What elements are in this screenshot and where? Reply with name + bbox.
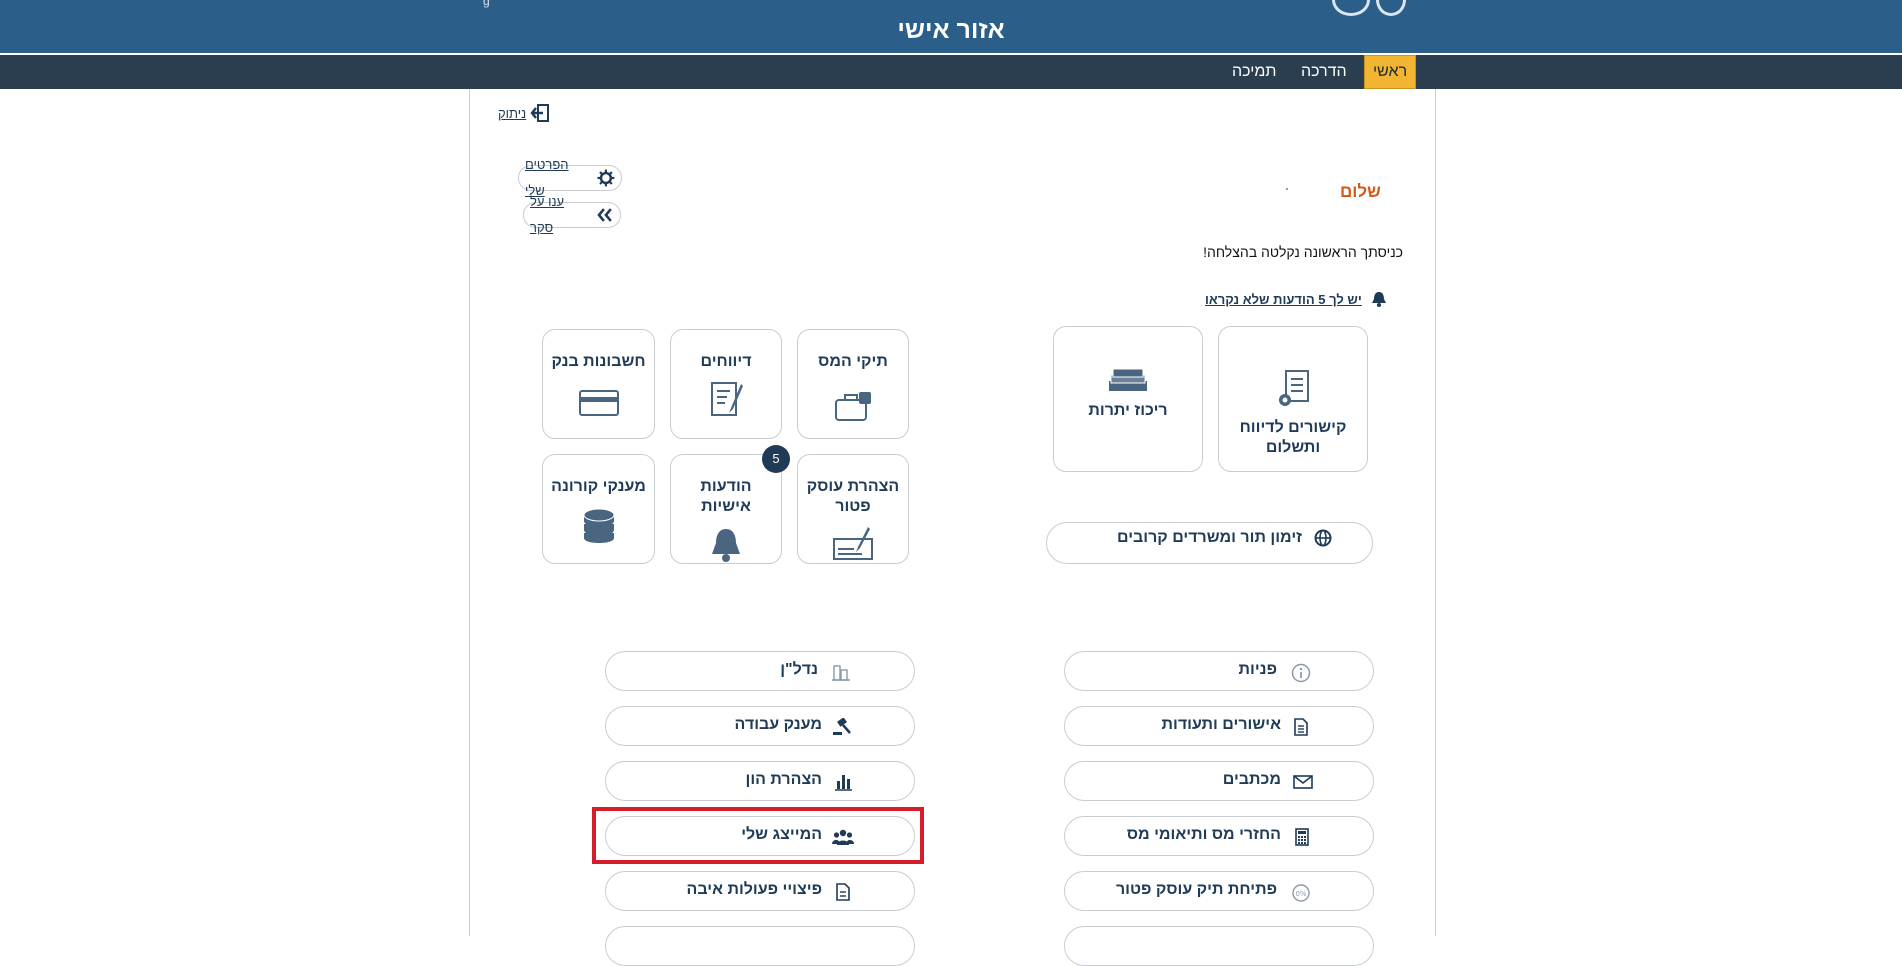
people-group-icon [832,829,854,845]
real-estate-label: נדל"ן [780,661,818,678]
money-stack-icon [1109,368,1147,391]
svg-text:0%: 0% [1295,890,1306,898]
capital-declaration-label: הצהרת הון [745,771,822,788]
coins-icon [583,508,614,543]
tile-exempt-declaration-label: הצהרת עוסק פטור [806,478,900,515]
tile-corona-grants[interactable]: מענקי קורונה [542,454,655,564]
tile-bank-accounts-label: חשבונות בנק [551,353,646,370]
certificates-label: אישורים ותעודות [1161,716,1281,733]
nav-support[interactable]: תמיכה [1232,55,1276,89]
messages-count-badge: 5 [762,445,790,473]
tile-personal-messages[interactable]: הודעות אישיות [670,454,782,564]
certificates-button[interactable]: אישורים ותעודות [1064,706,1374,746]
logo-emblem-secondary [1376,0,1406,16]
letters-label: מכתבים [1222,771,1281,788]
unread-messages: יש לך 5 הודעות שלא נקראו [1205,290,1403,308]
tile-balances[interactable]: ריכוז יתרות [1053,326,1203,472]
work-grant-button[interactable]: מענק עבודה [605,706,915,746]
tile-tax-files[interactable]: תיקי המס [797,329,909,439]
check-sign-icon [833,527,873,560]
logo-fragment: ɡ [483,0,490,8]
more-right-button[interactable] [1064,926,1374,966]
greeting: שלום [1340,182,1381,201]
survey-label[interactable]: ענו על סקר [530,189,590,241]
tile-corona-grants-label: מענקי קורונה [551,478,646,495]
nav-guidance[interactable]: הדרכה [1301,55,1347,89]
nav-home[interactable]: ראשי [1364,55,1417,89]
unread-link[interactable]: יש לך 5 הודעות שלא נקראו [1205,292,1362,307]
bell-large-icon [712,529,740,562]
real-estate-button[interactable]: נדל"ן [605,651,915,691]
gear-icon [597,169,615,187]
logout-label[interactable]: ניתוק [498,106,526,121]
open-exempt-file-label: פתיחת תיק עוסק פטור [1115,881,1277,898]
logout-icon [530,104,550,122]
double-chevron-icon [597,208,613,222]
hostile-acts-compensation-label: פיצויי פעולות איבה [686,881,822,898]
report-icon [711,382,743,416]
receipt-icon [836,883,850,901]
page-title: אזור אישי [897,16,1005,44]
globe-icon [1314,529,1332,547]
tile-reports-label: דיווחים [700,353,752,370]
tile-reporting-links-label: קישורים לדיווח ותשלום [1239,419,1347,456]
bell-icon [1371,292,1386,307]
briefcase-icon [835,392,871,421]
open-exempt-file-button[interactable]: פתיחת תיק עוסק פטור 0% [1064,871,1374,911]
my-details-button[interactable]: הפרטים שלי [518,157,622,198]
info-icon [1291,663,1311,683]
tile-reporting-links[interactable]: קישורים לדיווח ותשלום [1218,326,1368,472]
calculator-icon [1295,828,1309,846]
header-bar: ɡ אזור אישי [0,0,1902,53]
tile-exempt-declaration[interactable]: הצהרת עוסק פטור [797,454,909,564]
tile-balances-label: ריכוז יתרות [1088,402,1168,419]
work-grant-label: מענק עבודה [734,716,822,733]
percent-circle-icon: 0% [1292,884,1310,902]
gavel-icon [833,718,851,735]
building-icon [832,665,850,681]
inquiries-label: פניות [1238,661,1277,678]
envelope-icon [1293,775,1313,789]
logo-emblem [1332,0,1370,16]
capital-declaration-button[interactable]: הצהרת הון [605,761,915,801]
my-representative-button[interactable]: המייצג שלי [605,816,915,856]
hostile-acts-compensation-button[interactable]: פיצויי פעולות איבה [605,871,915,911]
tax-refunds-button[interactable]: החזרי מס ותיאומי מס [1064,816,1374,856]
tile-tax-files-label: תיקי המס [818,353,888,370]
letters-button[interactable]: מכתבים [1064,761,1374,801]
appointments-button[interactable]: זימון תור ומשרדים קרובים [1046,522,1373,564]
appointments-label: זימון תור ומשרדים קרובים [1116,529,1302,546]
survey-button[interactable]: ענו על סקר [523,194,621,235]
document-icon [1294,718,1308,736]
more-left-button[interactable] [605,926,915,966]
my-representative-label: המייצג שלי [741,826,822,843]
document-gear-icon [1279,370,1309,406]
tile-bank-accounts[interactable]: חשבונות בנק [542,329,655,439]
inquiries-button[interactable]: פניות [1064,651,1374,691]
main-nav: ראשי הדרכה תמיכה [0,55,1902,89]
login-message: כניסתך הראשונה נקלטה בהצלחה! [1203,244,1403,260]
tile-reports[interactable]: דיווחים [670,329,782,439]
logout-link[interactable]: ניתוק [498,103,550,123]
tile-personal-messages-label: הודעות אישיות [700,478,752,515]
greeting-dot [1286,188,1288,190]
bar-chart-icon [835,775,852,791]
tax-refunds-label: החזרי מס ותיאומי מס [1126,826,1281,843]
credit-card-icon [578,390,619,416]
